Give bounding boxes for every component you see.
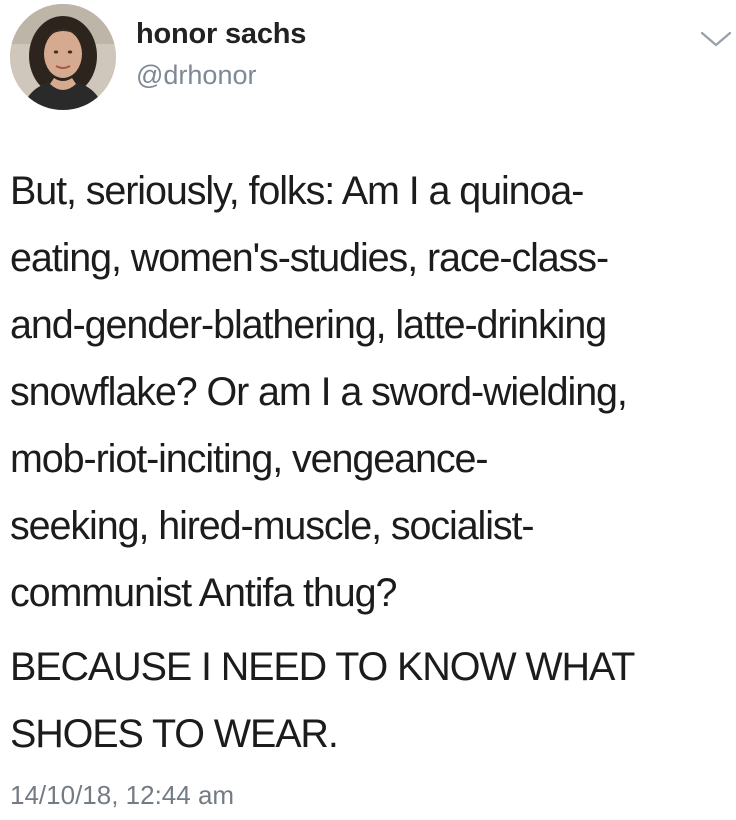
tweet-menu-button[interactable] xyxy=(698,24,734,52)
tweet-body-line: eating, women's-studies, race-class- xyxy=(10,236,609,280)
avatar[interactable] xyxy=(10,4,116,110)
tweet-body-line: But, seriously, folks: Am I a quinoa- xyxy=(10,169,584,213)
tweet-timestamp[interactable]: 14/10/18, 12:44 am xyxy=(10,780,234,811)
tweet-body-line: mob-riot-inciting, vengeance- xyxy=(10,437,489,481)
profile-photo-icon xyxy=(10,4,116,110)
tweet-body: But, seriously, folks: Am I a quinoa- ea… xyxy=(10,161,730,630)
tweet-body-line: seeking, hired-muscle, socialist- xyxy=(10,504,535,548)
tweet-body-line: communist Antifa thug? xyxy=(10,571,397,615)
display-name[interactable]: honor sachs xyxy=(136,18,306,51)
tweet-shout-line: SHOES TO WEAR. xyxy=(10,712,339,756)
chevron-down-icon xyxy=(700,31,732,47)
user-handle[interactable]: @drhonor xyxy=(136,60,256,91)
tweet-card: honor sachs @drhonor But, seriously, fol… xyxy=(0,0,736,820)
tweet-body-line: and-gender-blathering, latte-drinking xyxy=(10,303,607,347)
tweet-body-line: snowflake? Or am I a sword-wielding, xyxy=(10,370,628,414)
tweet-body-shout: BECAUSE I NEED TO KNOW WHAT SHOES TO WEA… xyxy=(10,637,730,771)
tweet-shout-line: BECAUSE I NEED TO KNOW WHAT xyxy=(10,645,635,689)
